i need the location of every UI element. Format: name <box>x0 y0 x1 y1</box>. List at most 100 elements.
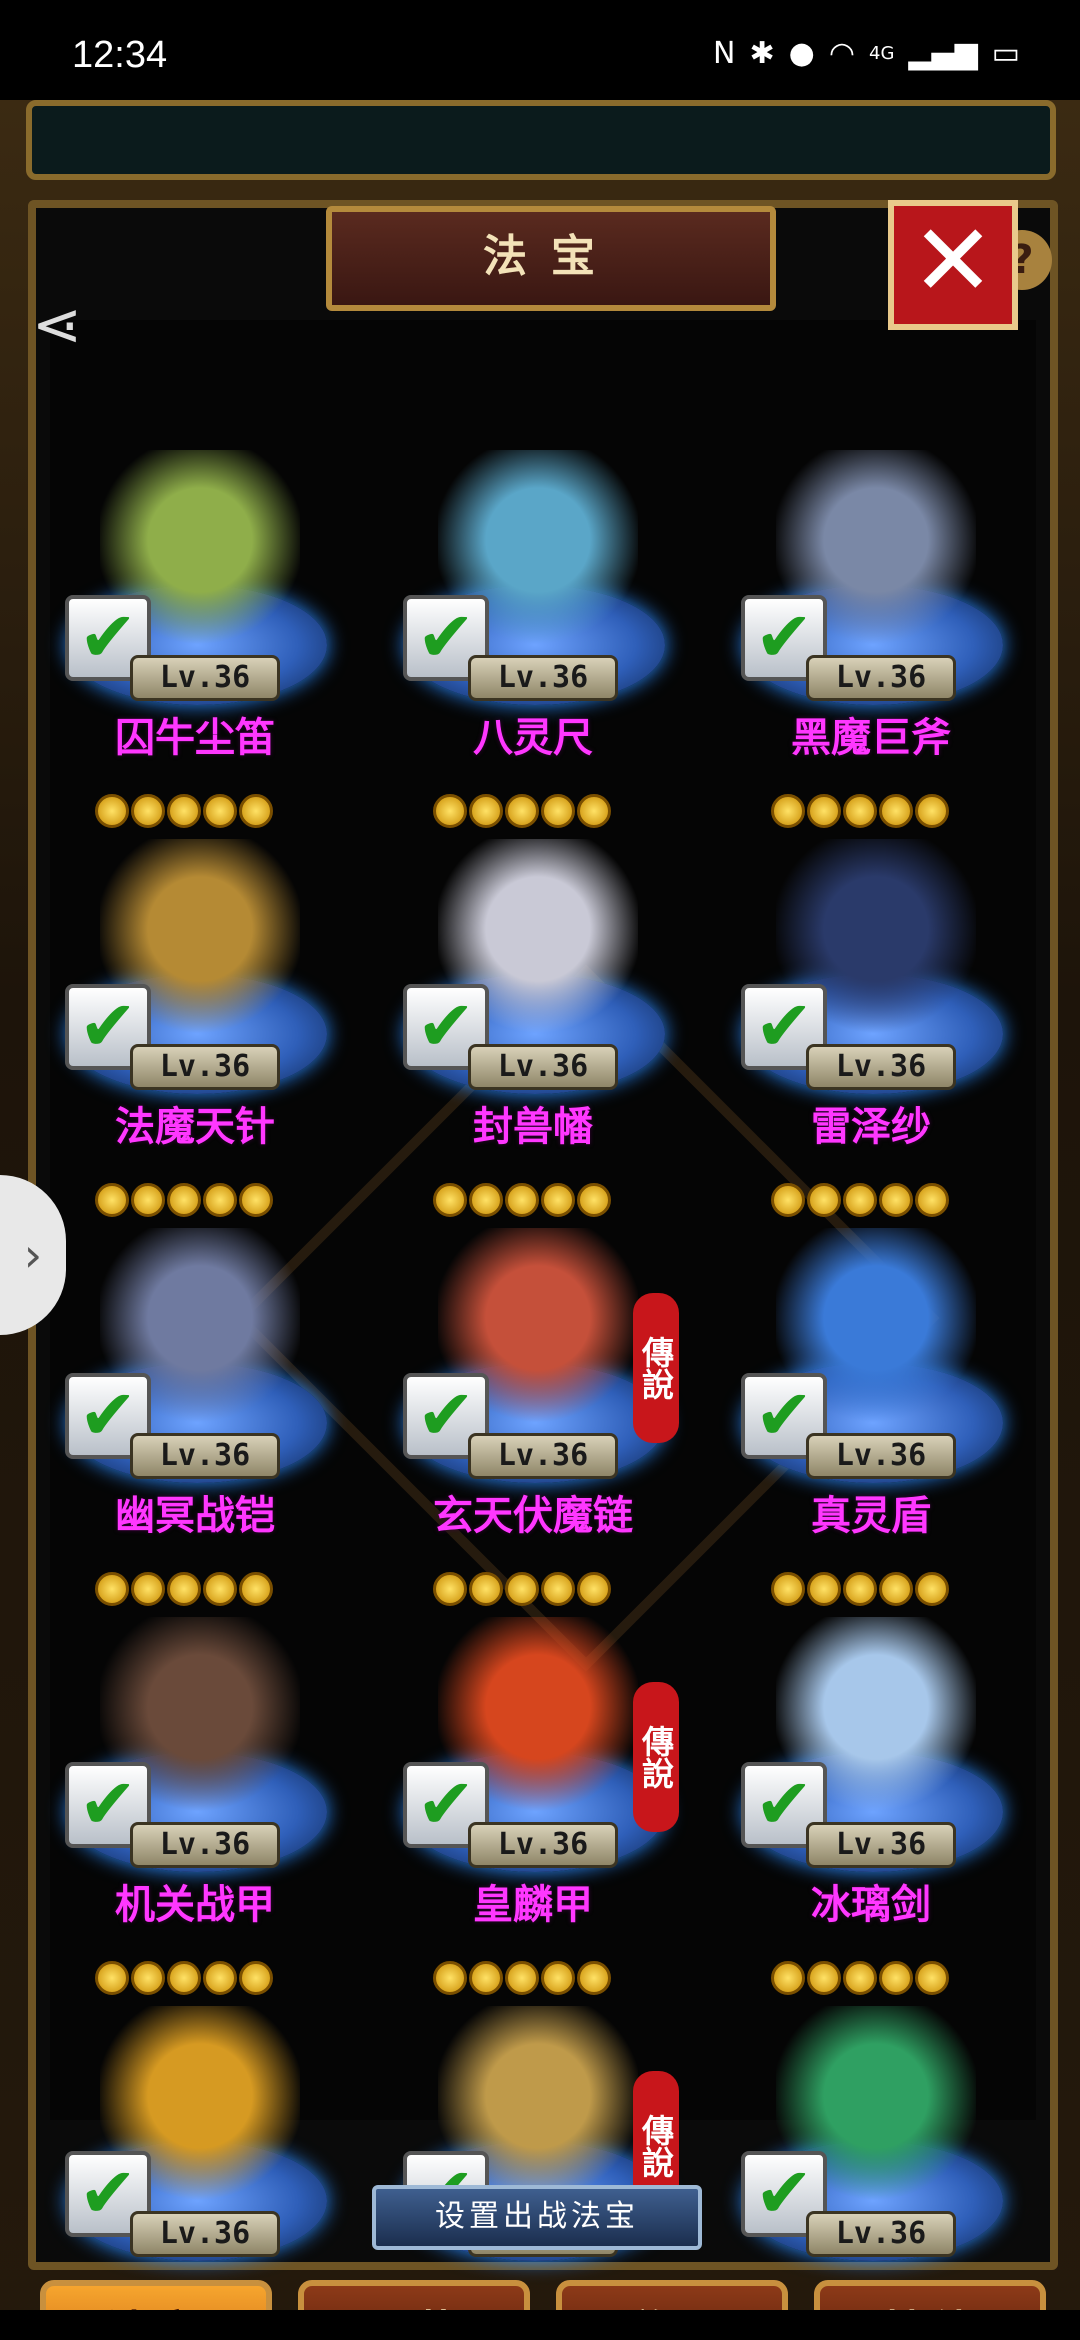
star-icon <box>433 1183 467 1217</box>
star-icon <box>541 1961 575 1995</box>
star-icon <box>95 1572 129 1606</box>
level-badge: Lv.36 <box>806 1044 956 1090</box>
star-icon <box>807 1572 841 1606</box>
star-icon <box>541 1572 575 1606</box>
star-icon <box>239 1572 273 1606</box>
star-icon <box>577 1183 611 1217</box>
level-badge: Lv.36 <box>468 1433 618 1479</box>
set-battle-treasure-button[interactable]: 设置出战法宝 <box>372 2185 702 2250</box>
treasure-card[interactable]: ✔ Lv.36 真灵盾 <box>721 1183 1021 1573</box>
legend-badge: 傳說 <box>633 1682 679 1832</box>
star-rating <box>95 1961 273 2005</box>
treasure-name: 雷泽纱 <box>811 1104 931 1150</box>
level-badge: Lv.36 <box>468 1822 618 1868</box>
star-icon <box>915 1961 949 1995</box>
star-rating <box>95 1183 273 1227</box>
level-badge: Lv.36 <box>806 2211 956 2257</box>
legend-badge: 傳說 <box>633 1293 679 1443</box>
signal-label: 4G <box>869 43 895 64</box>
star-rating <box>433 1961 611 2005</box>
treasure-card[interactable]: ✔ Lv.36 封兽幡 <box>383 794 683 1184</box>
star-icon <box>203 1183 237 1217</box>
star-icon <box>131 1572 165 1606</box>
nfc-icon: N <box>713 36 736 71</box>
star-icon <box>203 1961 237 1995</box>
star-icon <box>239 794 273 828</box>
star-icon <box>469 1961 503 1995</box>
star-icon <box>167 1183 201 1217</box>
treasure-card[interactable]: ✔ Lv.36 法魔天针 <box>45 794 345 1184</box>
star-icon <box>771 794 805 828</box>
star-icon <box>95 794 129 828</box>
star-icon <box>95 1961 129 1995</box>
treasure-card[interactable]: ✔ Lv.36 冰璃剑 <box>721 1572 1021 1962</box>
star-icon <box>203 794 237 828</box>
treasure-card[interactable]: ✔ Lv.36 黑魔巨斧 <box>721 405 1021 795</box>
star-icon <box>915 1572 949 1606</box>
close-button[interactable]: ✕ <box>888 200 1018 330</box>
treasure-name: 冰璃剑 <box>811 1882 931 1928</box>
star-rating <box>95 794 273 838</box>
game-screen: 法宝 ? ✕ ⋖ › ✔ Lv.36 囚牛尘笛 ✔ Lv.36 八灵尺 ✔ Lv.36 黑魔巨斧… <box>0 100 1080 2340</box>
share-icon[interactable]: ⋖ <box>22 290 92 370</box>
treasure-card[interactable]: ✔ Lv.36 八灵尺 <box>383 405 683 795</box>
treasure-card[interactable]: 傳說 ✔ Lv.36 皇麟甲 <box>383 1572 683 1962</box>
star-icon <box>843 794 877 828</box>
status-time: 12:34 <box>72 34 168 76</box>
star-icon <box>505 1183 539 1217</box>
star-icon <box>843 1961 877 1995</box>
star-icon <box>915 794 949 828</box>
treasure-name: 八灵尺 <box>473 715 593 761</box>
level-badge: Lv.36 <box>806 1822 956 1868</box>
treasure-card[interactable]: ✔ Lv.36 幽冥战铠 <box>45 1183 345 1573</box>
treasure-card[interactable]: 傳說 ✔ Lv.36 玄天伏魔链 <box>383 1183 683 1573</box>
level-badge: Lv.36 <box>130 2211 280 2257</box>
star-icon <box>843 1572 877 1606</box>
star-icon <box>577 1572 611 1606</box>
star-icon <box>167 794 201 828</box>
top-banner <box>26 100 1056 180</box>
star-icon <box>807 794 841 828</box>
treasure-name: 皇麟甲 <box>473 1882 593 1928</box>
treasure-card[interactable]: ✔ Lv.36 机关战甲 <box>45 1572 345 1962</box>
star-icon <box>577 1961 611 1995</box>
page-title: 法宝 <box>483 231 619 282</box>
star-icon <box>239 1961 273 1995</box>
battery-icon: ▭ <box>991 36 1020 71</box>
star-icon <box>771 1572 805 1606</box>
status-bar: 12:34 N ✱ ● ◠ 4G ▂▄▆ ▭ <box>0 0 1080 110</box>
star-icon <box>577 794 611 828</box>
star-rating <box>771 1961 949 2005</box>
treasure-card[interactable]: ✔ Lv.36 囚牛尘笛 <box>45 405 345 795</box>
star-icon <box>807 1961 841 1995</box>
star-icon <box>203 1572 237 1606</box>
treasure-name: 封兽幡 <box>473 1104 593 1150</box>
level-badge: Lv.36 <box>130 1044 280 1090</box>
treasure-name: 法魔天针 <box>115 1104 275 1150</box>
star-icon <box>167 1961 201 1995</box>
star-icon <box>879 1961 913 1995</box>
star-icon <box>879 794 913 828</box>
star-rating <box>433 1183 611 1227</box>
level-badge: Lv.36 <box>806 655 956 701</box>
star-icon <box>469 1572 503 1606</box>
star-icon <box>505 1572 539 1606</box>
level-badge: Lv.36 <box>130 1433 280 1479</box>
star-icon <box>771 1961 805 1995</box>
star-icon <box>433 794 467 828</box>
wifi-icon: ◠ <box>828 36 856 71</box>
treasure-name: 黑魔巨斧 <box>791 715 951 761</box>
star-icon <box>771 1183 805 1217</box>
star-rating <box>433 794 611 838</box>
star-icon <box>915 1183 949 1217</box>
treasure-card[interactable]: ✔ Lv.36 雷泽纱 <box>721 794 1021 1184</box>
bluetooth-icon: ✱ <box>749 36 775 71</box>
treasure-grid: ✔ Lv.36 囚牛尘笛 ✔ Lv.36 八灵尺 ✔ Lv.36 黑魔巨斧 ✔ Lv.36 法魔天针 ✔… <box>45 405 1035 2261</box>
star-icon <box>469 794 503 828</box>
star-icon <box>131 1961 165 1995</box>
star-icon <box>239 1183 273 1217</box>
treasure-name: 囚牛尘笛 <box>115 715 275 761</box>
system-nav-bar <box>0 2310 1080 2340</box>
star-icon <box>131 794 165 828</box>
star-icon <box>433 1961 467 1995</box>
